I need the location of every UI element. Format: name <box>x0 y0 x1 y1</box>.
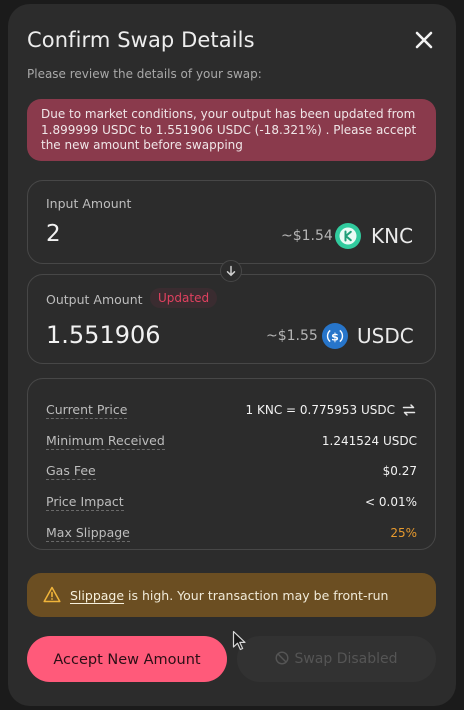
disabled-icon <box>275 650 289 665</box>
svg-text:$: $ <box>331 331 339 344</box>
arrow-down-icon <box>220 260 242 282</box>
gas-fee-label: Gas Fee <box>46 463 96 480</box>
accept-new-amount-button[interactable]: Accept New Amount <box>27 636 227 682</box>
price-impact-value: < 0.01% <box>365 495 417 509</box>
input-usd-value: ~$1.54 <box>281 228 333 244</box>
output-usd-value: ~$1.55 <box>266 328 318 344</box>
updated-badge: Updated <box>150 288 218 308</box>
mouse-cursor-icon <box>232 630 246 651</box>
modal-title: Confirm Swap Details <box>27 28 255 52</box>
max-slippage-value: 25% <box>390 526 417 540</box>
current-price-value: 1 KNC = 0.775953 USDC <box>245 403 395 417</box>
output-amount-card: Output Amount Updated 1.551906 ~$1.55 $ … <box>27 274 436 364</box>
output-updated-notice: Due to market conditions, your output ha… <box>27 99 436 161</box>
output-amount-value: 1.551906 <box>46 321 161 349</box>
gas-fee-row: Gas Fee $0.27 <box>46 463 417 481</box>
current-price-label: Current Price <box>46 402 128 419</box>
input-token-symbol: KNC <box>371 224 414 248</box>
price-impact-label: Price Impact <box>46 494 124 511</box>
swap-details-panel: Current Price 1 KNC = 0.775953 USDC Mini… <box>27 378 436 550</box>
output-amount-label: Output Amount <box>46 292 143 307</box>
output-token-symbol: USDC <box>357 324 414 348</box>
swap-direction-icon[interactable] <box>401 402 417 418</box>
knc-token-icon <box>335 223 361 249</box>
input-amount-value: 2 <box>46 221 61 247</box>
swap-disabled-button[interactable]: Swap Disabled <box>237 636 436 682</box>
minimum-received-label: Minimum Received <box>46 433 165 450</box>
modal-subtitle: Please review the details of your swap: <box>27 67 262 81</box>
slippage-warning-text: Slippage is high. Your transaction may b… <box>70 588 388 603</box>
current-price-row: Current Price 1 KNC = 0.775953 USDC <box>46 402 417 420</box>
warning-triangle-icon <box>43 586 61 603</box>
usdc-token-icon: $ <box>322 323 348 349</box>
slippage-warning: Slippage is high. Your transaction may b… <box>27 573 436 617</box>
max-slippage-label: Max Slippage <box>46 525 130 542</box>
price-impact-row: Price Impact < 0.01% <box>46 494 417 512</box>
minimum-received-row: Minimum Received 1.241524 USDC <box>46 433 417 451</box>
slippage-link[interactable]: Slippage <box>70 588 124 603</box>
gas-fee-value: $0.27 <box>382 464 417 478</box>
input-amount-card: Input Amount 2 ~$1.54 KNC <box>27 180 436 264</box>
close-icon[interactable] <box>410 26 438 54</box>
input-amount-label: Input Amount <box>46 196 132 211</box>
minimum-received-value: 1.241524 USDC <box>321 434 417 448</box>
confirm-swap-modal: Confirm Swap Details Please review the d… <box>8 4 456 706</box>
slippage-warning-message: is high. Your transaction may be front-r… <box>124 588 389 603</box>
swap-disabled-label: Swap Disabled <box>294 651 398 667</box>
max-slippage-row: Max Slippage 25% <box>46 525 417 543</box>
